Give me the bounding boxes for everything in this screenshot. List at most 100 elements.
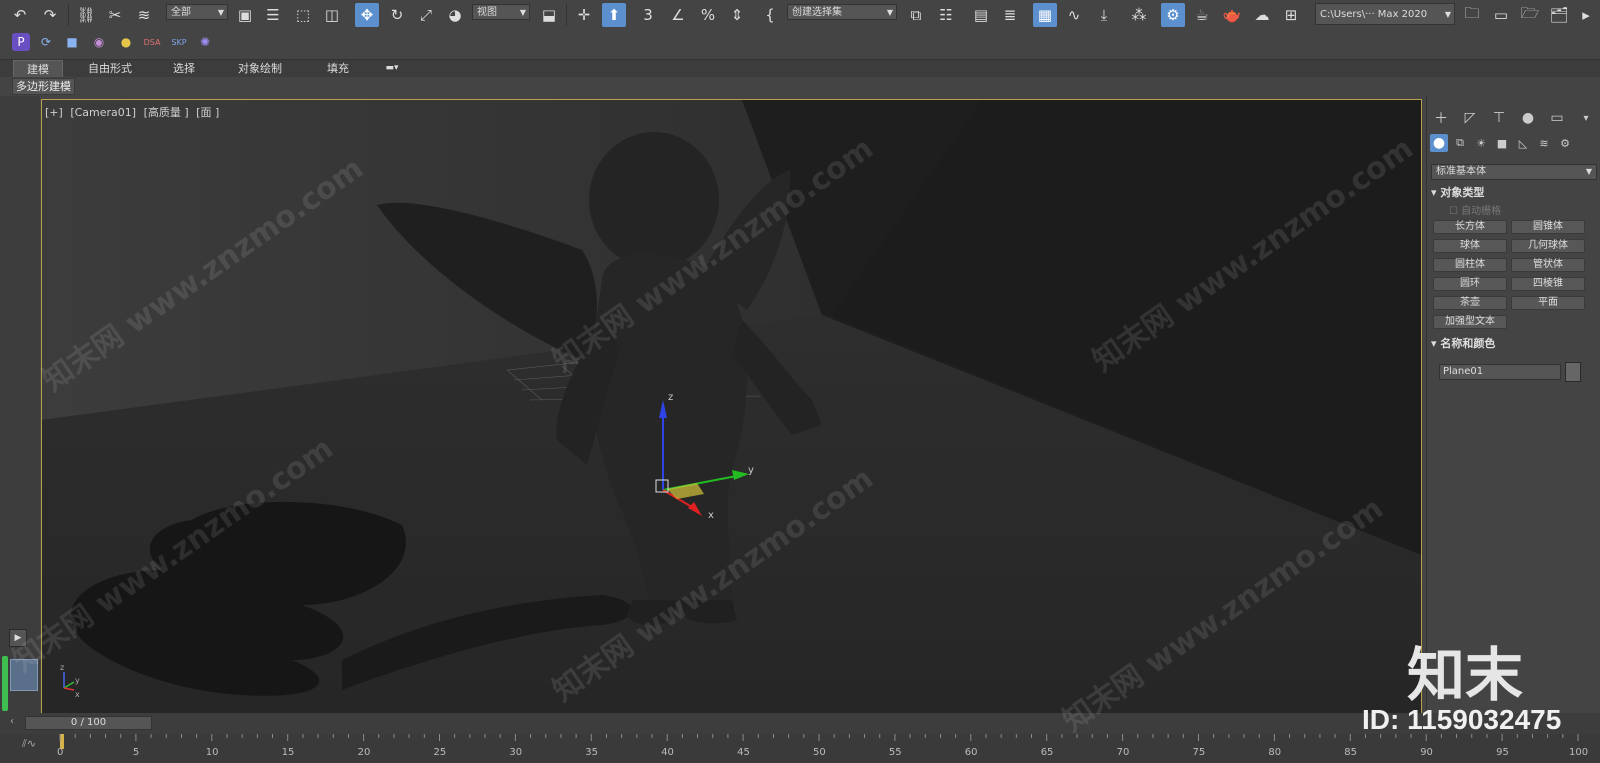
primitive-category-value: 标准基本体 (1436, 166, 1486, 177)
ribbon-toggle-icon[interactable]: ▦ (1033, 3, 1057, 27)
redo-icon[interactable]: ↷ (38, 3, 62, 27)
hierarchy-tab-icon[interactable]: ⊤ (1489, 108, 1509, 128)
primitive-category-dropdown[interactable]: 标准基本体 ▼ (1431, 164, 1597, 180)
tube-button[interactable]: 管状体 (1511, 258, 1585, 272)
track-tick-label: 20 (357, 747, 371, 758)
name-color-rollout-header[interactable]: ▾ 名称和颜色 (1431, 336, 1597, 352)
window-crossing-icon[interactable]: ◫ (320, 3, 344, 27)
project-folder-icon[interactable]: 🗀 (1460, 3, 1484, 27)
teapot-button[interactable]: 茶壶 (1433, 296, 1507, 310)
tab-freeform[interactable]: 自由形式 (80, 60, 140, 77)
cone-button[interactable]: 圆锥体 (1511, 220, 1585, 234)
plane-button[interactable]: 平面 (1511, 296, 1585, 310)
systems-icon[interactable]: ⚙ (1556, 134, 1574, 152)
open-folder-icon[interactable]: 🗁 (1518, 3, 1542, 27)
reference-coordinate-dropdown[interactable]: 视图 ▼ (472, 4, 530, 20)
box-button[interactable]: 长方体 (1433, 220, 1507, 234)
workspace-icon[interactable]: ▭ (1489, 3, 1513, 27)
torus-button[interactable]: 圆环 (1433, 277, 1507, 291)
material-editor-icon[interactable]: ⁂ (1127, 3, 1151, 27)
select-by-name-icon[interactable]: ☰ (261, 3, 285, 27)
curve-editor-icon[interactable]: ∿ (1062, 3, 1086, 27)
scale-icon[interactable]: ⤢ (414, 3, 438, 27)
save-folder-icon[interactable]: 🗂 (1547, 3, 1571, 27)
pyramid-button[interactable]: 四棱锥 (1511, 277, 1585, 291)
layer-explorer-icon[interactable]: ≣ (998, 3, 1022, 27)
viewport-camera-label[interactable]: [Camera01] (70, 106, 136, 119)
viewport-shading-label[interactable]: [面 ] (196, 106, 219, 119)
create-tab-icon[interactable]: ＋ (1431, 108, 1451, 128)
skp-plugin-icon[interactable]: SKP (170, 33, 188, 51)
time-prev-icon[interactable]: ‹ (10, 716, 22, 730)
undo-icon[interactable]: ↶ (8, 3, 32, 27)
object-color-swatch[interactable] (1565, 362, 1581, 382)
project-path-dropdown[interactable]: C:\Users\··· Max 2020 ▼ (1315, 3, 1455, 25)
geometry-icon[interactable]: ● (1430, 134, 1448, 152)
lights-icon[interactable]: ☀ (1472, 134, 1490, 152)
viewport-menu-plus[interactable]: [+] (45, 106, 63, 119)
camera-plugin-icon[interactable]: ■ (63, 33, 81, 51)
angle-snap-icon[interactable]: ∠ (666, 3, 690, 27)
camera-viewport[interactable]: z y x z y x (41, 99, 1422, 714)
refresh-plugin-icon[interactable]: ⟳ (37, 33, 55, 51)
more-icon[interactable]: ▸ (1574, 3, 1598, 27)
scene-explorer-icon[interactable]: ▤ (969, 3, 993, 27)
tab-selection[interactable]: 选择 (163, 60, 205, 77)
selection-filter-dropdown[interactable]: 全部 ▼ (166, 4, 228, 20)
light-plugin-icon[interactable]: ● (117, 33, 135, 51)
viewport-thumbnail-icon[interactable] (10, 659, 38, 691)
schematic-view-icon[interactable]: ⤓ (1092, 3, 1116, 27)
auto-grid-checkbox[interactable]: ☐ 自动栅格 (1449, 202, 1501, 217)
move-icon[interactable]: ✥ (355, 3, 379, 27)
render-cloud-icon[interactable]: ☁ (1250, 3, 1274, 27)
viewport-quality-label[interactable]: [高质量 ] (144, 106, 189, 119)
time-slider[interactable]: 0 / 100 (25, 716, 152, 730)
percent-snap-icon[interactable]: % (696, 3, 720, 27)
utilities-tab-icon[interactable]: ▾ (1576, 108, 1596, 128)
helpers-icon[interactable]: ◺ (1514, 134, 1532, 152)
tab-populate[interactable]: 填充 (318, 60, 358, 77)
motion-tab-icon[interactable]: ● (1518, 108, 1538, 128)
pivot-point-icon[interactable]: ⬓ (537, 3, 561, 27)
named-selection-dropdown[interactable]: 创建选择集 ▼ (787, 4, 897, 20)
rotate-icon[interactable]: ↻ (385, 3, 409, 27)
gear-plugin-icon[interactable]: ✺ (196, 33, 214, 51)
select-manipulate-icon[interactable]: ✛ (572, 3, 596, 27)
render-setup-icon[interactable]: ⚙ (1161, 3, 1185, 27)
dsa-plugin-icon[interactable]: DSA (143, 33, 161, 51)
rendered-frame-window-icon[interactable]: ☕ (1190, 3, 1214, 27)
rectangular-selection-icon[interactable]: ⬚ (291, 3, 315, 27)
spinner-snap-icon[interactable]: ⇕ (725, 3, 749, 27)
text-plus-button[interactable]: 加强型文本 (1433, 315, 1507, 329)
ribbon-options-icon[interactable]: ▬▾ (380, 60, 404, 77)
sphere-button[interactable]: 球体 (1433, 239, 1507, 253)
select-object-icon[interactable]: ▣ (233, 3, 257, 27)
edit-named-selection-icon[interactable]: { (758, 3, 782, 27)
shapes-icon[interactable]: ⧉ (1451, 134, 1469, 152)
object-name-field[interactable]: Plane01 (1439, 364, 1561, 380)
polygon-modeling-label[interactable]: 多边形建模 (12, 78, 75, 95)
space-warps-icon[interactable]: ≋ (1535, 134, 1553, 152)
plugin-p-icon[interactable]: P (12, 33, 30, 51)
mirror-icon[interactable]: ⧉ (904, 3, 928, 27)
cylinder-button[interactable]: 圆柱体 (1433, 258, 1507, 272)
tab-object-paint[interactable]: 对象绘制 (230, 60, 290, 77)
tab-modeling[interactable]: 建模 (13, 60, 63, 77)
geosphere-button[interactable]: 几何球体 (1511, 239, 1585, 253)
photo-plugin-icon[interactable]: ◉ (90, 33, 108, 51)
align-icon[interactable]: ☷ (934, 3, 958, 27)
unlink-icon[interactable]: ✂ (103, 3, 127, 27)
object-type-rollout-header[interactable]: ▾ 对象类型 (1431, 185, 1597, 201)
modify-tab-icon[interactable]: ◸ (1460, 108, 1480, 128)
display-tab-icon[interactable]: ▭ (1547, 108, 1567, 128)
snaps-toggle-icon[interactable]: 3 (636, 3, 660, 27)
place-icon[interactable]: ◕ (443, 3, 467, 27)
track-bar[interactable]: ⫽∿ 0 5 10 15 20 25 30 35 40 45 50 55 60 65 70 75 80 85 90 9… (0, 734, 1600, 763)
cameras-icon[interactable]: ■ (1493, 134, 1511, 152)
bind-spacewarp-icon[interactable]: ≋ (132, 3, 156, 27)
link-icon[interactable]: ⛓ (74, 3, 98, 27)
play-animation-icon[interactable]: ▶ (9, 629, 27, 647)
keyboard-shortcut-override-icon[interactable]: ⬆ (602, 3, 626, 27)
a360-gallery-icon[interactable]: ⊞ (1279, 3, 1303, 27)
render-production-icon[interactable]: 🫖 (1220, 3, 1244, 27)
